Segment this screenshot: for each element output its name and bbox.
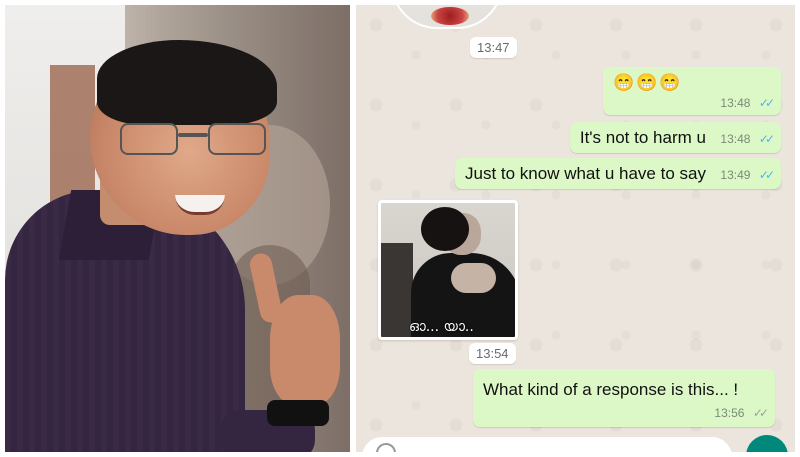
message-time: 13:48 xyxy=(720,96,751,110)
chat-screenshot: 13:47 😁😁😁 13:48 ✓✓ It's not to harm u 13… xyxy=(356,5,795,452)
previous-image-message[interactable] xyxy=(391,5,503,29)
hair xyxy=(97,40,277,125)
emoji-icon[interactable] xyxy=(376,443,396,452)
double-check-grey-icon: ✓✓ xyxy=(752,406,769,420)
wristband xyxy=(267,400,329,426)
glasses xyxy=(120,123,270,157)
message-text: Just to know what u have to say xyxy=(464,164,706,183)
send-icon[interactable] xyxy=(746,435,788,452)
time-label: 13:47 xyxy=(470,37,517,58)
message-time: 13:48 xyxy=(720,132,751,146)
image-caption: ഓ... യാ.. xyxy=(409,319,474,335)
hand xyxy=(270,295,340,405)
double-check-icon: ✓✓ xyxy=(758,168,775,182)
message-text: What kind of a response is this... ! xyxy=(483,380,739,399)
incoming-image-message[interactable]: ഓ... യാ.. xyxy=(378,200,518,340)
message-time: 13:56 xyxy=(714,406,745,420)
message-meta: 13:56 ✓✓ xyxy=(704,404,769,422)
emoji-message-text: 😁😁😁 xyxy=(613,73,683,92)
message-text: It's not to harm u xyxy=(579,128,706,147)
message-bubble[interactable]: Just to know what u have to say 13:49 ✓✓ xyxy=(454,158,781,189)
person-photo xyxy=(5,5,350,452)
message-input[interactable] xyxy=(362,437,732,452)
double-check-icon: ✓✓ xyxy=(758,132,775,146)
double-check-icon: ✓✓ xyxy=(758,96,775,110)
message-time: 13:49 xyxy=(720,168,751,182)
time-label: 13:54 xyxy=(469,343,516,364)
message-bubble[interactable]: It's not to harm u 13:48 ✓✓ xyxy=(569,122,781,153)
food-image xyxy=(431,7,469,25)
message-meta: 13:48 ✓✓ xyxy=(710,94,775,112)
message-bubble-emoji[interactable]: 😁😁😁 13:48 ✓✓ xyxy=(603,67,781,115)
message-bubble-last[interactable]: What kind of a response is this... ! 13:… xyxy=(473,369,775,427)
